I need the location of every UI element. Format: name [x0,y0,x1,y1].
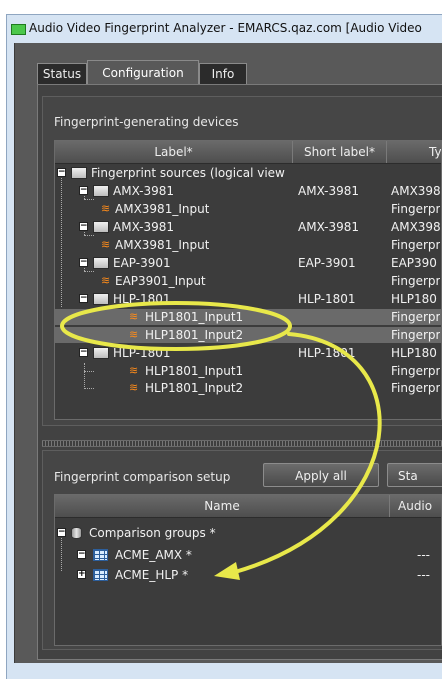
comparison-group-audio: --- [417,568,430,582]
device-type: EAP390 [391,256,437,270]
title-bar[interactable]: Audio Video Fingerprint Analyzer - EMARC… [7,15,442,43]
devices-table-header: Label* Short label* Ty [55,141,441,164]
tab-status[interactable]: Status [37,63,87,84]
database-icon [71,527,82,539]
tab-configuration[interactable]: Configuration [87,60,199,84]
input-type: Fingerpr [391,381,441,395]
input-type: Fingerpr [391,238,441,252]
devices-table: Label* Short label* Ty − Fingerprint sou… [54,140,442,420]
tree-row-root[interactable]: − Fingerprint sources (logical view [55,165,441,181]
collapse-icon[interactable]: − [57,528,66,537]
collapse-icon[interactable]: − [77,550,86,559]
device-type: AMX398 [391,220,441,234]
comparison-table-header: Name Audio [55,495,441,518]
tree-row-input[interactable]: ≋ AMX3981_Input Fingerpr [55,237,441,253]
tree-line [84,271,94,272]
signal-icon: ≋ [101,202,111,215]
device-type: AMX398 [391,184,441,198]
column-header-type[interactable]: Ty [387,141,441,163]
signal-icon: ≋ [129,328,139,341]
column-header-short-label[interactable]: Short label* [293,141,387,163]
collapse-icon[interactable]: − [79,348,88,357]
collapse-icon[interactable]: − [79,294,88,303]
group-icon [93,549,108,561]
device-short-label: HLP-1801 [298,346,356,360]
panel-splitter[interactable] [42,440,442,447]
comparison-group-label: ACME_AMX * [115,548,192,562]
tree-row-input-selected[interactable]: ≋ HLP1801_Input2 Fingerpr [55,327,441,343]
collapse-icon[interactable]: − [57,168,66,177]
collapse-icon[interactable]: − [79,186,88,195]
comparison-group-row[interactable]: + ACME_HLP * --- [55,567,441,583]
input-label: HLP1801_Input2 [145,328,244,342]
tree-row-input[interactable]: ≋ HLP1801_Input2 Fingerpr [55,380,441,396]
tree-row-device[interactable]: − EAP-3901 EAP-3901 EAP390 [55,255,441,271]
folder-icon [71,167,87,179]
comparison-group-row[interactable]: − ACME_AMX * --- [55,547,441,563]
comparison-group-audio: --- [417,548,430,562]
tree-row-input[interactable]: ≋ AMX3981_Input Fingerpr [55,201,441,217]
comparison-root-row[interactable]: − Comparison groups * [55,525,441,541]
device-label: EAP-3901 [113,256,171,270]
device-label: HLP-1801 [113,292,171,306]
tree-line [84,235,94,236]
input-label: AMX3981_Input [115,202,210,216]
tree-row-input[interactable]: ≋ HLP1801_Input1 Fingerpr [55,363,441,379]
device-label: HLP-1801 [113,346,171,360]
tree-row-device[interactable]: − HLP-1801 HLP-1801 HLP180 [55,345,441,361]
device-label: AMX-3981 [113,184,175,198]
folder-icon [93,293,109,305]
expand-icon[interactable]: + [77,570,86,579]
tab-info[interactable]: Info [199,63,247,84]
tree-row-input-selected[interactable]: ≋ HLP1801_Input1 Fingerpr [55,309,441,325]
signal-icon: ≋ [101,274,111,287]
signal-icon: ≋ [129,381,139,394]
signal-icon: ≋ [101,238,111,251]
input-label: HLP1801_Input2 [145,381,244,395]
comparison-group-label: ACME_HLP * [115,568,189,582]
input-type: Fingerpr [391,364,441,378]
device-short-label: EAP-3901 [298,256,356,270]
input-type: Fingerpr [391,274,441,288]
input-type: Fingerpr [391,328,441,342]
device-type: HLP180 [391,346,437,360]
comparison-table: Name Audio − Comparison groups * − ACME_… [54,494,442,646]
device-type: HLP180 [391,292,437,306]
device-short-label: AMX-3981 [298,184,360,198]
device-short-label: HLP-1801 [298,292,356,306]
device-label: AMX-3981 [113,220,175,234]
input-label: EAP3901_Input [115,274,206,288]
column-header-audio[interactable]: Audio [390,495,441,517]
tree-row-device[interactable]: − AMX-3981 AMX-3981 AMX398 [55,219,441,235]
folder-icon [93,185,109,197]
folder-icon [93,257,109,269]
input-label: HLP1801_Input1 [145,364,244,378]
comparison-heading: Fingerprint comparison setup [54,470,231,484]
apply-all-button[interactable]: Apply all [263,463,379,487]
signal-icon: ≋ [129,310,139,323]
devices-heading: Fingerprint-generating devices [54,115,239,129]
start-button[interactable]: Sta [387,463,442,487]
folder-icon [93,221,109,233]
input-label: AMX3981_Input [115,238,210,252]
tree-row-device[interactable]: − HLP-1801 HLP-1801 HLP180 [55,291,441,307]
collapse-icon[interactable]: − [79,222,88,231]
group-icon [93,569,108,581]
device-label: Fingerprint sources (logical view [91,166,285,180]
comparison-root-label: Comparison groups * [89,526,216,540]
column-header-name[interactable]: Name [55,495,390,517]
tree-line [84,199,94,200]
tree-row-device[interactable]: − AMX-3981 AMX-3981 AMX398 [55,183,441,199]
device-short-label: AMX-3981 [298,220,360,234]
app-icon [11,24,26,35]
input-type: Fingerpr [391,310,441,324]
column-header-label[interactable]: Label* [55,141,293,163]
tree-row-input[interactable]: ≋ EAP3901_Input Fingerpr [55,273,441,289]
window-title: Audio Video Fingerprint Analyzer - EMARC… [29,21,422,35]
signal-icon: ≋ [129,364,139,377]
input-label: HLP1801_Input1 [145,310,244,324]
input-type: Fingerpr [391,202,441,216]
collapse-icon[interactable]: − [79,258,88,267]
folder-icon [93,347,109,359]
